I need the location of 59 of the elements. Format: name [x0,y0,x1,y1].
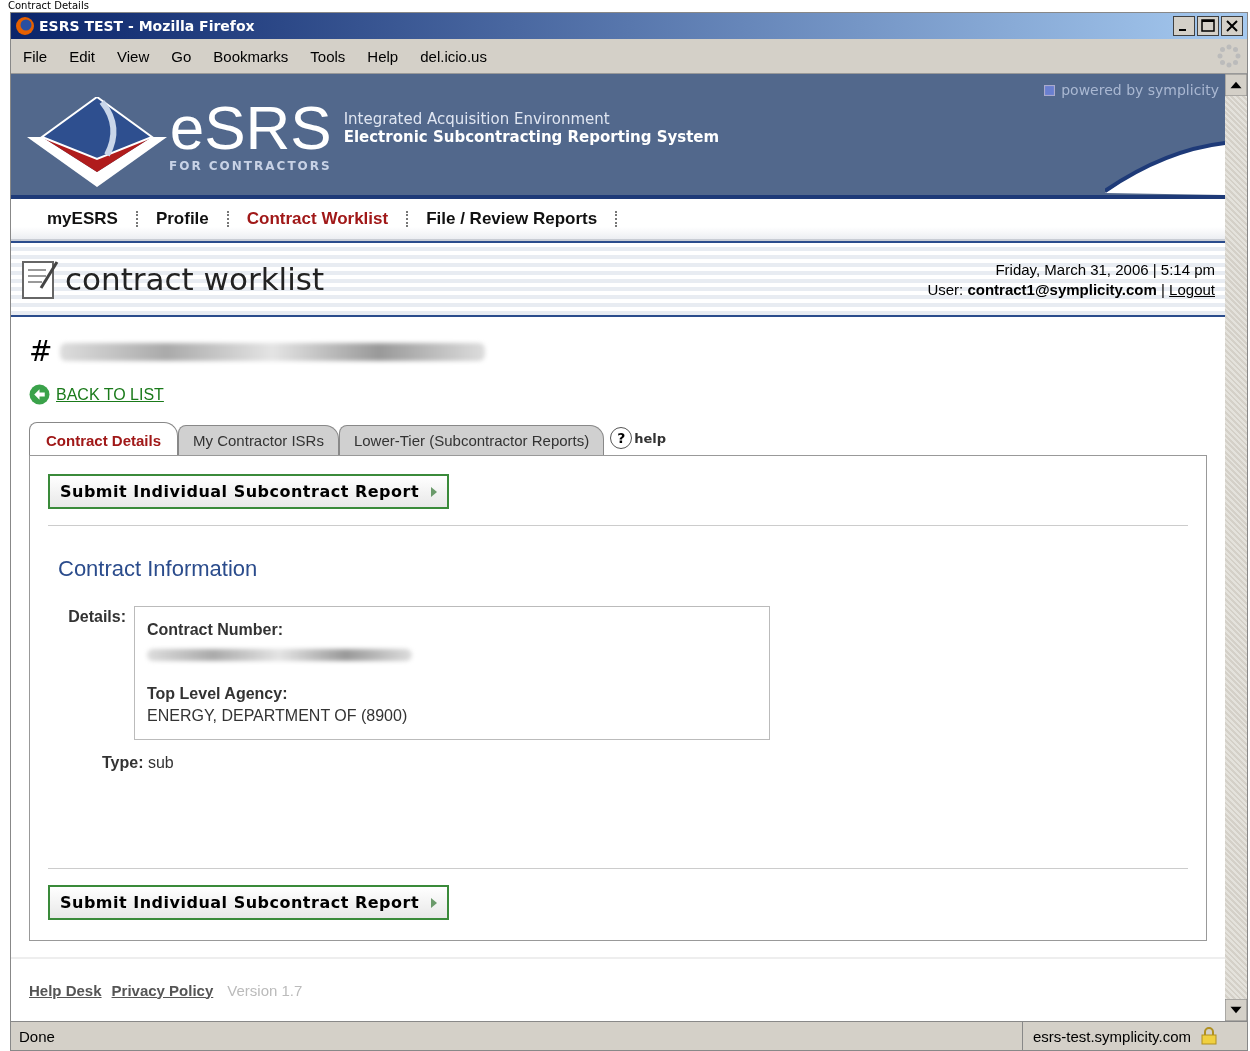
diamond-logo-icon [27,96,167,187]
nav-link[interactable]: myESRS [37,209,128,229]
menu-item[interactable]: File [23,47,48,65]
page-caption: Contract Details [7,0,90,12]
status-text: Done [19,1027,55,1045]
menu-item[interactable]: Bookmarks [213,47,289,65]
submit-report-button[interactable]: Submit Individual Subcontract Report [48,474,450,509]
footer-link[interactable]: Help Desk [29,981,102,999]
menu-item[interactable]: Go [171,47,192,65]
host-text: esrs-test.symplicity.com [1021,1022,1191,1050]
scroll-down-icon[interactable] [1225,999,1247,1021]
field-value: ENERGY, DEPARTMENT OF (8900) [147,707,409,725]
help-icon[interactable]: ? [610,427,633,449]
lock-icon [1201,1027,1217,1045]
square-icon [1044,84,1056,96]
tab[interactable]: Contract Details [29,422,179,455]
details-label: Details: [67,607,126,627]
user-email: contract1@symplicity.com [967,280,1157,298]
section-title: Contract Information [58,556,259,582]
notepad-icon [21,258,61,300]
field-label: Contract Number: [147,621,284,639]
scrollbar[interactable] [1225,74,1247,1021]
scroll-up-icon[interactable] [1225,74,1247,96]
nav-link[interactable]: Contract Worklist [236,209,399,229]
minimize-button[interactable] [1173,16,1195,36]
logout-link[interactable]: Logout [1169,280,1215,298]
arrow-icon [431,486,438,497]
page-title: contract worklist [65,261,325,297]
menu-item[interactable]: Help [367,47,399,65]
field-label: Top Level Agency: [147,685,289,703]
help-link[interactable]: help [634,430,667,446]
maximize-button[interactable] [1197,16,1219,36]
firefox-icon [15,16,35,36]
menu-item[interactable]: del.icio.us [420,47,487,65]
window-title: ESRS TEST - Mozilla Firefox [39,18,255,34]
banner-title: Electronic Subcontracting Reporting System [343,127,720,146]
record-hash: # [29,335,53,368]
separator: | [1161,280,1165,298]
submit-report-button[interactable]: Submit Individual Subcontract Report [48,885,450,920]
date-time: Friday, March 31, 2006 | 5:14 pm [995,260,1215,278]
menu-item[interactable]: View [117,47,150,65]
nav-link[interactable]: File / Review Reports [416,209,608,229]
type-label: Type: [102,754,144,771]
banner-subtitle: Integrated Acquisition Environment [343,109,611,128]
footer-link[interactable]: Privacy Policy [111,981,214,999]
nav-link[interactable]: Profile [145,209,219,229]
user-label: User: [927,280,964,298]
version-text: Version 1.7 [227,981,303,999]
menu-item[interactable]: Edit [69,47,96,65]
logo-subtitle: FOR CONTRACTORS [169,158,332,173]
logo-text: eSRS [169,96,332,159]
back-to-list-link[interactable]: BACK TO LIST [56,385,164,404]
tab[interactable]: Lower-Tier (Subcontractor Reports) [338,425,605,455]
type-value: sub [147,754,174,771]
throbber-icon [1217,44,1241,68]
arrow-icon [431,897,438,908]
menu-item[interactable]: Tools [310,47,346,65]
tab[interactable]: My Contractor ISRs [178,425,339,455]
close-button[interactable] [1221,16,1243,36]
